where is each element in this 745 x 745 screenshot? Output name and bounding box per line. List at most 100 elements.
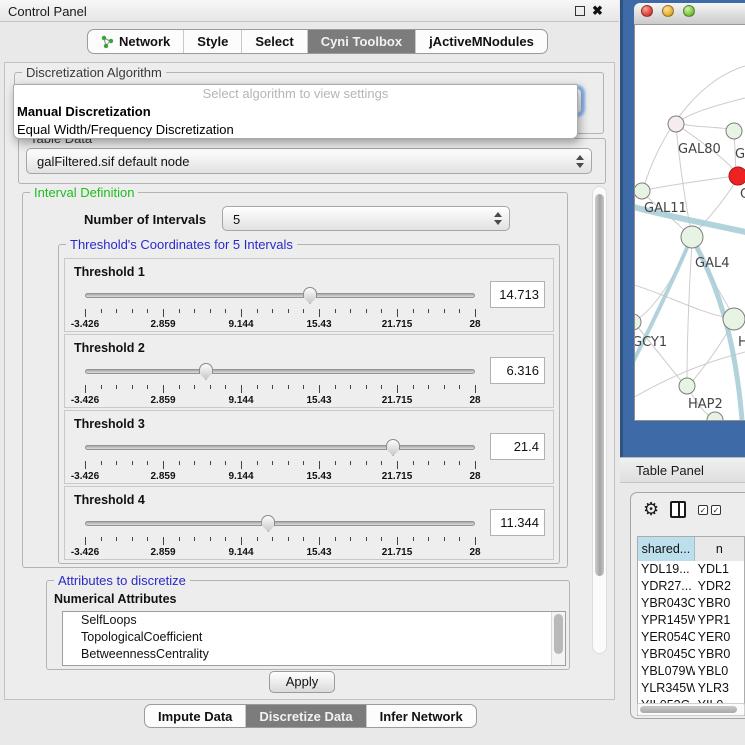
tab-network[interactable]: Network [88,30,183,53]
cell-name[interactable]: YDL1 [695,561,744,578]
network-node-green[interactable] [681,226,703,248]
table-row[interactable]: YPR145WYPR1 [638,612,744,629]
network-node-pink[interactable] [668,116,684,132]
network-node-green[interactable] [635,183,650,199]
table-horizontal-scrollbar[interactable] [637,703,745,716]
cell-shared-name[interactable]: YBR045C [638,646,695,663]
network-node-green[interactable] [679,378,695,394]
cell-shared-name[interactable]: YDR27... [638,578,695,595]
threshold-slider[interactable]: -3.4262.8599.14415.4321.71528 [85,285,475,331]
num-intervals-combobox[interactable]: 5 [222,206,510,231]
scale-label: -3.426 [71,395,99,406]
cell-name[interactable]: YPR1 [695,612,744,629]
cell-name[interactable]: YLR3 [695,680,744,697]
network-edge[interactable] [690,324,732,384]
network-edge[interactable] [636,241,690,320]
network-edge[interactable] [645,176,735,190]
threshold-value-field[interactable]: 21.4 [490,433,545,460]
numerical-attributes-list[interactable]: SelfLoopsTopologicalCoefficientBetweenne… [62,611,566,666]
threshold-slider[interactable]: -3.4262.8599.14415.4321.71528 [85,437,475,483]
slider-track[interactable] [85,521,475,526]
threshold-slider[interactable]: -3.4262.8599.14415.4321.71528 [85,361,475,407]
panel-vertical-scrollbar[interactable] [592,186,607,654]
slider-track[interactable] [85,293,475,298]
threshold-value-field[interactable]: 14.713 [490,281,545,308]
minimize-traffic-light-icon[interactable] [662,5,674,17]
tick-mark [413,461,414,465]
cell-shared-name[interactable]: YBR043C [638,595,695,612]
network-canvas[interactable]: GAL80GCGAL11GAL4GCY1HHAP2 [635,26,745,420]
list-scrollbar[interactable] [551,612,565,665]
tab-cyni-toolbox[interactable]: Cyni Toolbox [307,30,415,53]
cell-name[interactable]: YER0 [695,629,744,646]
attribute-list-item[interactable]: SelfLoops [63,612,565,629]
slider-thumb[interactable] [199,363,213,380]
column-header-name[interactable]: n [695,537,744,561]
table-row[interactable]: YBR045CYBR0 [638,646,744,663]
slider-track[interactable] [85,369,475,374]
cell-name[interactable]: YBR0 [695,646,744,663]
tab-label: Network [119,34,170,49]
tab-impute-data[interactable]: Impute Data [145,705,245,727]
network-edge[interactable] [687,242,692,382]
threshold-value-field[interactable]: 11.344 [490,509,545,536]
tick-mark [288,461,289,465]
network-node-green[interactable] [723,308,745,330]
scrollbar-thumb[interactable] [554,614,563,654]
checkbox-icon[interactable]: ✓ [698,505,708,515]
tab-discretize-data[interactable]: Discretize Data [245,705,365,727]
cell-shared-name[interactable]: YDL19... [638,561,695,578]
slider-thumb[interactable] [303,287,317,304]
network-node-red[interactable] [729,167,745,185]
cell-shared-name[interactable]: YLR345W [638,680,695,697]
table-row[interactable]: YER054CYER0 [638,629,744,646]
scale-label: 9.144 [228,471,253,482]
slider-thumb[interactable] [386,439,400,456]
tick-mark [101,385,102,389]
threshold-slider[interactable]: -3.4262.8599.14415.4321.71528 [85,513,475,559]
tick-mark [350,537,351,541]
table-data-combobox[interactable]: galFiltered.sif default node [26,148,592,174]
float-window-icon[interactable] [575,6,585,16]
attribute-list-item[interactable]: BetweennessCentrality [63,646,565,663]
network-node-green[interactable] [726,123,742,139]
threshold-value-field[interactable]: 6.316 [490,357,545,384]
scrollbar-thumb[interactable] [640,706,737,713]
tab-jactivemnodules[interactable]: jActiveMNodules [415,30,547,53]
apply-button[interactable]: Apply [269,671,335,693]
dropdown-item-manual-discretization[interactable]: Manual Discretization [14,103,577,121]
table-row[interactable]: YBR043CYBR0 [638,595,744,612]
scrollbar-thumb[interactable] [595,194,604,576]
zoom-traffic-light-icon[interactable] [683,5,695,17]
cell-name[interactable]: YDR2 [695,578,744,595]
tick-mark [319,309,320,317]
network-node-green[interactable] [707,412,723,420]
slider-thumb[interactable] [261,515,275,532]
cell-name[interactable]: YBR0 [695,595,744,612]
tab-infer-network[interactable]: Infer Network [366,705,476,727]
cell-shared-name[interactable]: YER054C [638,629,695,646]
network-edge[interactable] [679,98,745,122]
gear-icon[interactable]: ⚙ [643,498,659,520]
split-columns-icon[interactable] [670,501,686,518]
table-row[interactable]: YDL19...YDL1 [638,561,744,578]
tab-select[interactable]: Select [241,30,306,53]
cell-shared-name[interactable]: YBL079W [638,663,695,680]
table-row[interactable]: YBL079WYBL0 [638,663,744,680]
dropdown-item-equal-width-frequency[interactable]: Equal Width/Frequency Discretization [14,121,577,139]
close-icon[interactable]: ✖ [592,3,603,19]
tab-style[interactable]: Style [183,30,241,53]
table-row[interactable]: YDR27...YDR2 [638,578,744,595]
slider-track[interactable] [85,445,475,450]
tick-mark [85,385,86,393]
close-traffic-light-icon[interactable] [641,5,653,17]
attribute-list-item[interactable]: TopologicalCoefficient [63,629,565,646]
cell-name[interactable]: YBL0 [695,663,744,680]
network-node-green[interactable] [635,314,641,330]
table-row[interactable]: YLR345WYLR3 [638,680,744,697]
checkbox-icon[interactable]: ✓ [711,505,721,515]
tab-label: Select [255,34,293,49]
cell-shared-name[interactable]: YPR145W [638,612,695,629]
column-header-shared-name[interactable]: shared... [638,537,695,561]
network-edge[interactable] [636,325,683,383]
